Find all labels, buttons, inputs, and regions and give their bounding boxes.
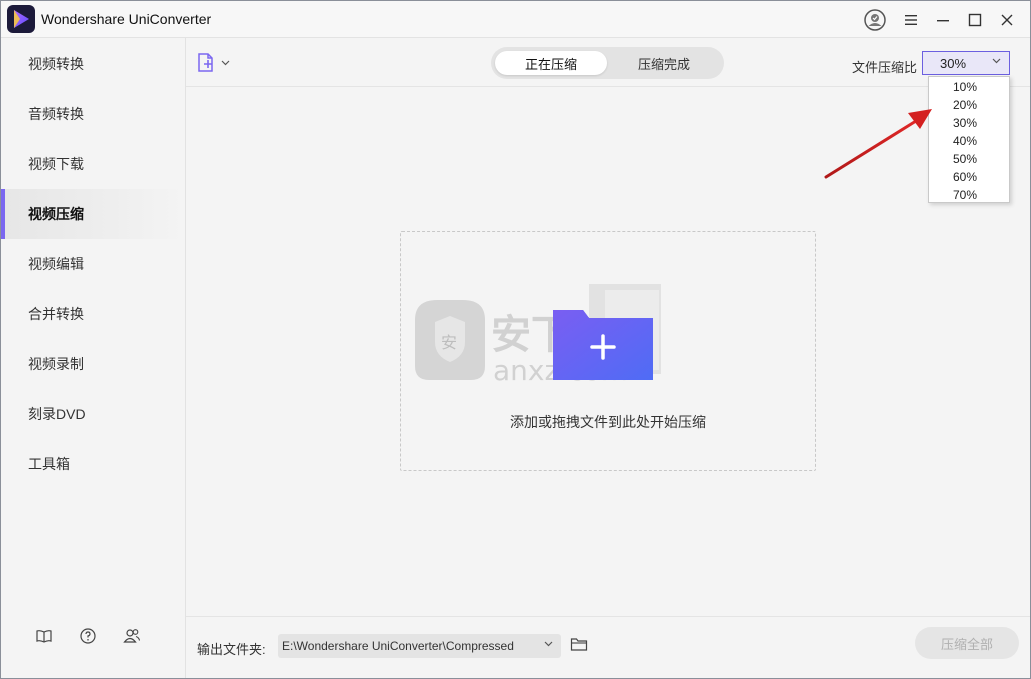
ratio-option-40[interactable]: 40% (929, 132, 1009, 150)
output-folder-select[interactable]: E:\Wondershare UniConverter\Compressed (278, 634, 561, 658)
folder-icon (570, 638, 588, 651)
app-window: Wondershare UniConverter 视频转换 音频转换 视频下载 … (0, 0, 1031, 679)
app-logo-icon (7, 5, 35, 33)
bottom-bar: 输出文件夹: E:\Wondershare UniConverter\Compr… (186, 616, 1030, 678)
sidebar-item-merge-convert[interactable]: 合并转换 (1, 289, 185, 339)
sidebar-item-video-record[interactable]: 视频录制 (1, 339, 185, 389)
compression-ratio-dropdown: 10% 20% 30% 40% 50% 60% 70% (928, 76, 1010, 203)
sidebar-item-video-compress[interactable]: 视频压缩 (1, 189, 185, 239)
sidebar-item-video-convert[interactable]: 视频转换 (1, 39, 185, 89)
sidebar: 视频转换 音频转换 视频下载 视频压缩 视频编辑 合并转换 视频录制 刻录DVD… (1, 38, 186, 678)
sidebar-item-video-edit[interactable]: 视频编辑 (1, 239, 185, 289)
chevron-down-icon (992, 58, 1001, 64)
ratio-option-60[interactable]: 60% (929, 168, 1009, 186)
svg-text:安: 安 (441, 333, 457, 352)
add-file-icon (198, 53, 213, 72)
ratio-option-20[interactable]: 20% (929, 96, 1009, 114)
menu-icon[interactable] (899, 8, 923, 32)
ratio-option-50[interactable]: 50% (929, 150, 1009, 168)
add-file-button[interactable] (196, 52, 232, 74)
tab-compressing[interactable]: 正在压缩 (495, 51, 607, 75)
sidebar-item-toolbox[interactable]: 工具箱 (1, 439, 185, 489)
sidebar-item-video-download[interactable]: 视频下载 (1, 139, 185, 189)
compression-ratio-label: 文件压缩比 (852, 60, 918, 75)
book-icon[interactable] (34, 626, 54, 646)
title-bar: Wondershare UniConverter (1, 1, 1030, 38)
tab-compressed[interactable]: 压缩完成 (608, 51, 720, 75)
compression-ratio-select[interactable]: 30% (922, 51, 1010, 75)
compression-ratio-value: 30% (940, 55, 967, 71)
toolbar: 正在压缩 压缩完成 文件压缩比 30% (186, 38, 1030, 87)
ratio-option-10[interactable]: 10% (929, 78, 1009, 96)
annotation-arrow-icon (824, 109, 932, 179)
close-icon[interactable] (995, 8, 1019, 32)
users-icon[interactable] (122, 626, 142, 646)
sidebar-item-audio-convert[interactable]: 音频转换 (1, 89, 185, 139)
output-folder-path: E:\Wondershare UniConverter\Compressed (282, 639, 514, 653)
drop-hint-text: 添加或拖拽文件到此处开始压缩 (510, 414, 706, 430)
help-icon[interactable] (78, 626, 98, 646)
ratio-option-70[interactable]: 70% (929, 186, 1009, 204)
status-segmented-control: 正在压缩 压缩完成 (491, 47, 724, 79)
add-folder-icon (553, 284, 661, 380)
account-icon[interactable] (863, 8, 887, 32)
output-folder-label: 输出文件夹: (197, 642, 266, 657)
drop-zone[interactable]: 安 安下载 anxz.com 添加或拖拽文件到此处开始压缩 (400, 231, 816, 471)
chevron-down-icon (544, 641, 553, 647)
maximize-icon[interactable] (963, 8, 987, 32)
chevron-down-icon (221, 60, 230, 66)
app-title: Wondershare UniConverter (41, 11, 212, 27)
ratio-option-30[interactable]: 30% (929, 114, 1009, 132)
open-folder-button[interactable] (570, 636, 588, 654)
sidebar-item-burn-dvd[interactable]: 刻录DVD (1, 389, 185, 439)
compress-all-button[interactable]: 压缩全部 (915, 627, 1019, 659)
minimize-icon[interactable] (931, 8, 955, 32)
